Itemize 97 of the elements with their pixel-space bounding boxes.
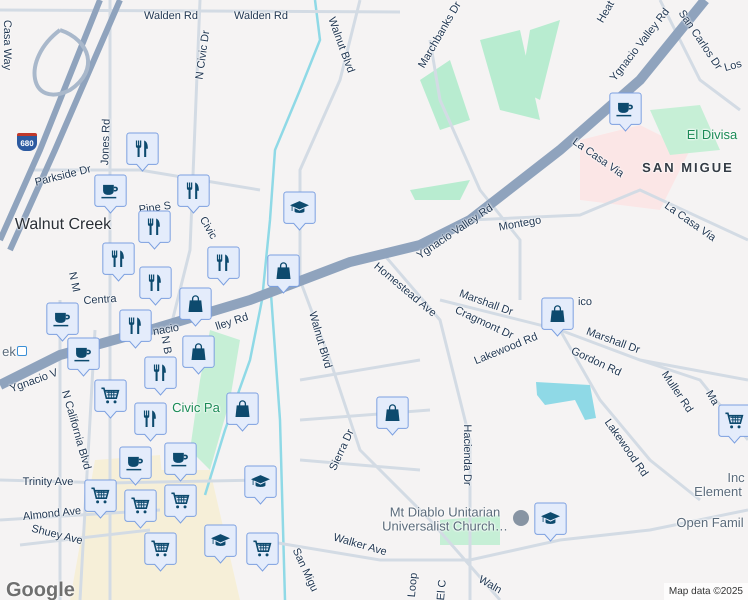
street-label: Ma [702, 388, 722, 408]
map-pin[interactable] [283, 191, 316, 231]
fork-knife-icon [128, 317, 141, 334]
map-pin[interactable] [207, 246, 240, 286]
place-label: Mt Diablo Unitarian Universalist Church… [381, 506, 509, 534]
shopping-cart-icon [101, 387, 120, 404]
street-label: Centra [83, 292, 117, 308]
street-label: N Civic Dr [194, 30, 212, 80]
shopping-cart-icon [725, 412, 744, 428]
shopping-bag-icon [236, 400, 250, 417]
coffee-cup-icon [171, 452, 188, 466]
map-pin[interactable] [718, 404, 748, 444]
coffee-cup-icon [74, 348, 91, 362]
coffee-cup-icon [53, 312, 70, 326]
graduation-cap-icon [211, 534, 230, 546]
fork-knife-icon [186, 182, 199, 199]
street-label: Casa Way [0, 20, 14, 70]
street-label: San Migu [290, 546, 320, 594]
fork-knife-icon [148, 218, 160, 235]
park-label: El Divisa [686, 128, 738, 142]
park-label: Civic Pa [172, 400, 220, 416]
coffee-cup-icon [101, 184, 118, 198]
place-label: Open Famil [676, 516, 744, 530]
street-label: N B [158, 334, 174, 356]
street-label: Almond Ave [22, 504, 82, 524]
map-pin[interactable] [102, 242, 135, 282]
place-label: Inc [727, 470, 745, 486]
map-pin[interactable] [534, 502, 567, 542]
street-label: Waln [476, 574, 504, 596]
fork-knife-icon [148, 274, 161, 291]
map-pin[interactable] [376, 396, 409, 436]
map-pin[interactable] [179, 287, 212, 327]
shopping-bag-icon [192, 343, 206, 360]
street-label: Parkside Dr [34, 163, 92, 189]
coffee-cup-icon [126, 456, 143, 470]
shopping-cart-icon [171, 492, 190, 508]
city-label: Walnut Creek [14, 216, 112, 234]
street-label: Los [722, 58, 744, 74]
street-label: Jones Rd [99, 118, 113, 166]
street-label: N California Blvd [58, 388, 94, 472]
street-label: Walden Rd [144, 10, 198, 22]
map-pin[interactable] [267, 254, 300, 294]
highway-shield: 680 [17, 133, 37, 151]
map-pin[interactable] [244, 465, 277, 505]
map-pin[interactable] [138, 210, 171, 250]
shopping-cart-icon [253, 540, 272, 556]
map-pin[interactable] [144, 356, 177, 396]
map-pin[interactable] [126, 132, 159, 172]
map-pin[interactable] [94, 379, 127, 419]
map-logo: Google [6, 578, 75, 600]
map-pin[interactable] [226, 392, 259, 432]
shopping-cart-icon [91, 487, 110, 504]
map-attribution: Map data ©2025 [664, 583, 748, 600]
street-label: Walnut Blvd [325, 16, 357, 74]
fork-knife-icon [112, 250, 124, 267]
shopping-bag-icon [386, 404, 400, 421]
map-pin[interactable] [67, 337, 100, 377]
shopping-bag-icon [276, 262, 291, 279]
fork-knife-icon [154, 364, 166, 381]
street-label: Hacienda Dr [460, 424, 474, 486]
coffee-cup-icon [616, 102, 633, 116]
fork-knife-icon [136, 140, 148, 157]
shopping-cart-icon [131, 497, 150, 514]
graduation-cap-icon [290, 201, 309, 213]
street-label: Sierra Dr [327, 428, 357, 472]
map-pin[interactable] [46, 302, 79, 342]
fork-knife-icon [144, 410, 156, 427]
graduation-cap-icon [251, 475, 270, 487]
map-pin[interactable] [182, 335, 215, 375]
map-pin[interactable] [609, 92, 642, 132]
street-label: Ygnacio V [8, 366, 60, 396]
district-label: SAN MIGUE [642, 160, 734, 176]
street-label: Walnut Blvd [306, 310, 334, 370]
map-pin[interactable] [119, 309, 152, 349]
street-label: Walden Rd [234, 10, 288, 22]
place-label: Element [694, 484, 742, 500]
fork-knife-icon [216, 254, 229, 271]
place-label: ek [2, 344, 16, 360]
street-label: Loop [406, 572, 420, 598]
street-label: Montego [498, 214, 542, 234]
shopping-cart-icon [151, 540, 170, 556]
street-label: Walker Ave [332, 532, 388, 558]
map-pin[interactable] [177, 174, 210, 214]
map-pin[interactable] [139, 266, 172, 306]
street-label: El C [435, 579, 449, 600]
street-label: lley Rd [214, 311, 250, 333]
street-label: Shuey Ave [30, 522, 84, 548]
map-pin[interactable] [94, 174, 127, 214]
street-label: Trinity Ave [22, 476, 74, 488]
map-pin[interactable] [134, 402, 167, 442]
graduation-cap-icon [541, 512, 560, 524]
street-label: ico [578, 296, 592, 308]
shopping-bag-icon [188, 295, 203, 312]
map-pin[interactable] [246, 532, 279, 572]
map-pin[interactable] [541, 297, 574, 337]
street-label: N M [66, 270, 82, 294]
shopping-bag-icon [550, 305, 565, 322]
